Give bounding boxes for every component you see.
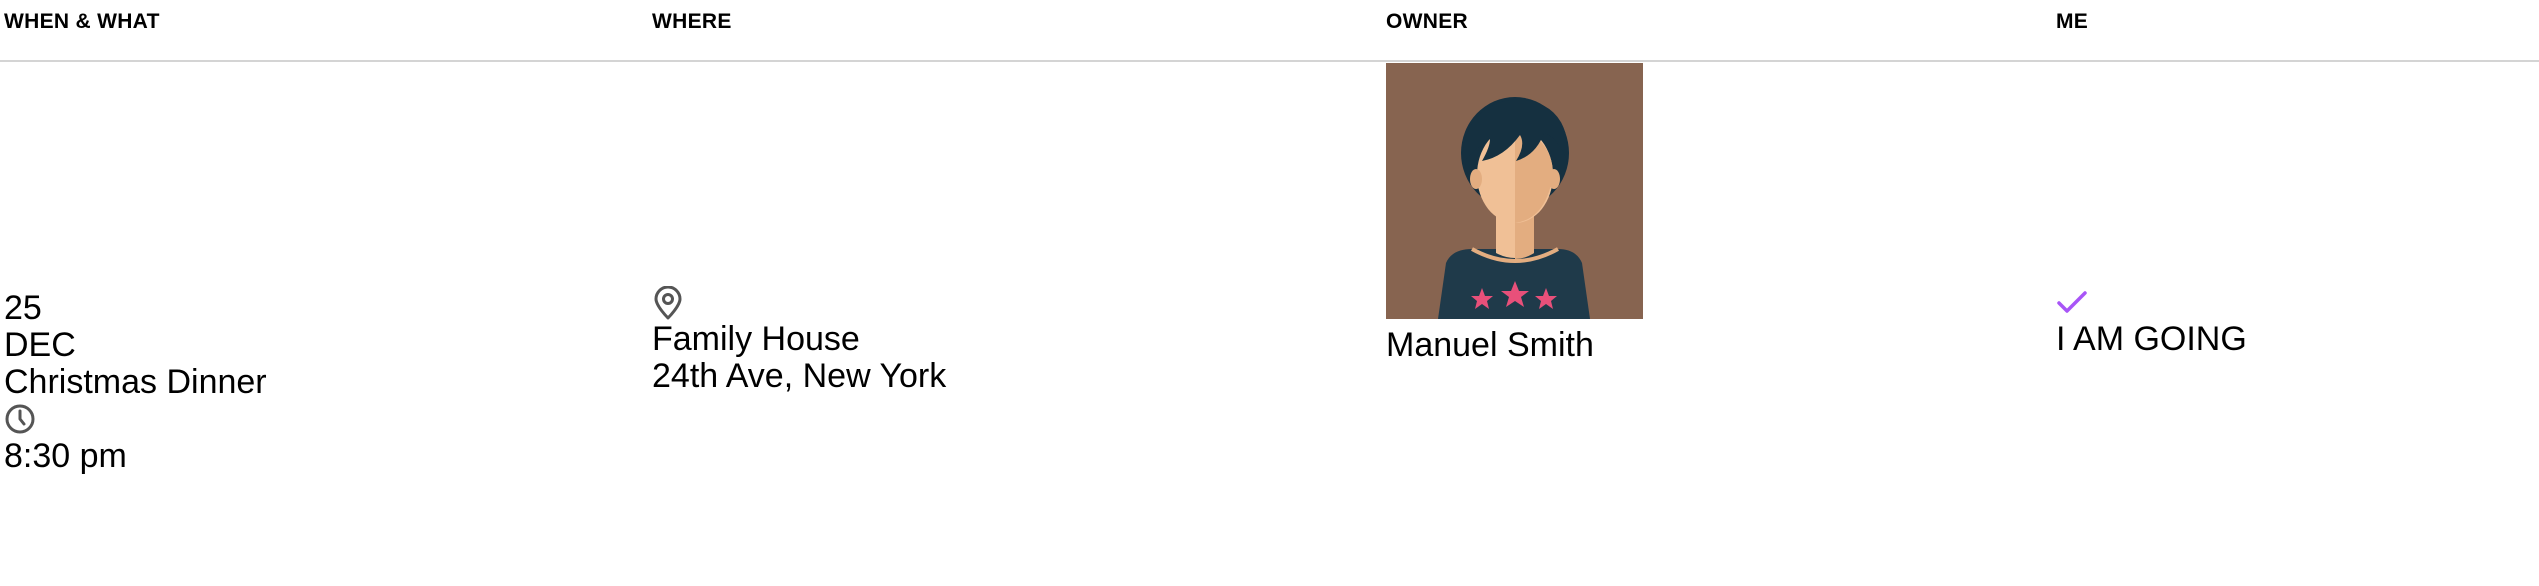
where-cell: Family House 24th Ave, New York bbox=[652, 286, 946, 395]
clock-icon bbox=[5, 404, 35, 434]
map-pin-icon bbox=[654, 286, 682, 320]
owner-name: Manuel Smith bbox=[1386, 326, 1594, 364]
event-day: 25 bbox=[4, 289, 42, 327]
location-name: Family House bbox=[652, 320, 860, 358]
when-what-cell: 25 DEC Christmas Dinner 8:30 pm bbox=[4, 290, 267, 475]
header-owner: OWNER bbox=[1386, 10, 1468, 33]
event-month: DEC bbox=[4, 326, 76, 364]
event-title: Christmas Dinner bbox=[4, 363, 267, 401]
checkmark-icon bbox=[2057, 291, 2087, 313]
location-address: 24th Ave, New York bbox=[652, 357, 947, 395]
header-me: ME bbox=[2056, 10, 2089, 33]
header-where: WHERE bbox=[652, 10, 732, 33]
header-when-what: WHEN & WHAT bbox=[4, 10, 160, 33]
table-header: WHEN & WHAT WHERE OWNER ME bbox=[0, 0, 2539, 62]
event-time: 8:30 pm bbox=[4, 437, 127, 475]
owner-cell: Manuel Smith bbox=[1386, 327, 1594, 364]
owner-avatar bbox=[1386, 63, 1643, 319]
attendance-status: I AM GOING bbox=[2056, 320, 2247, 358]
me-cell: I AM GOING bbox=[2056, 286, 2247, 358]
